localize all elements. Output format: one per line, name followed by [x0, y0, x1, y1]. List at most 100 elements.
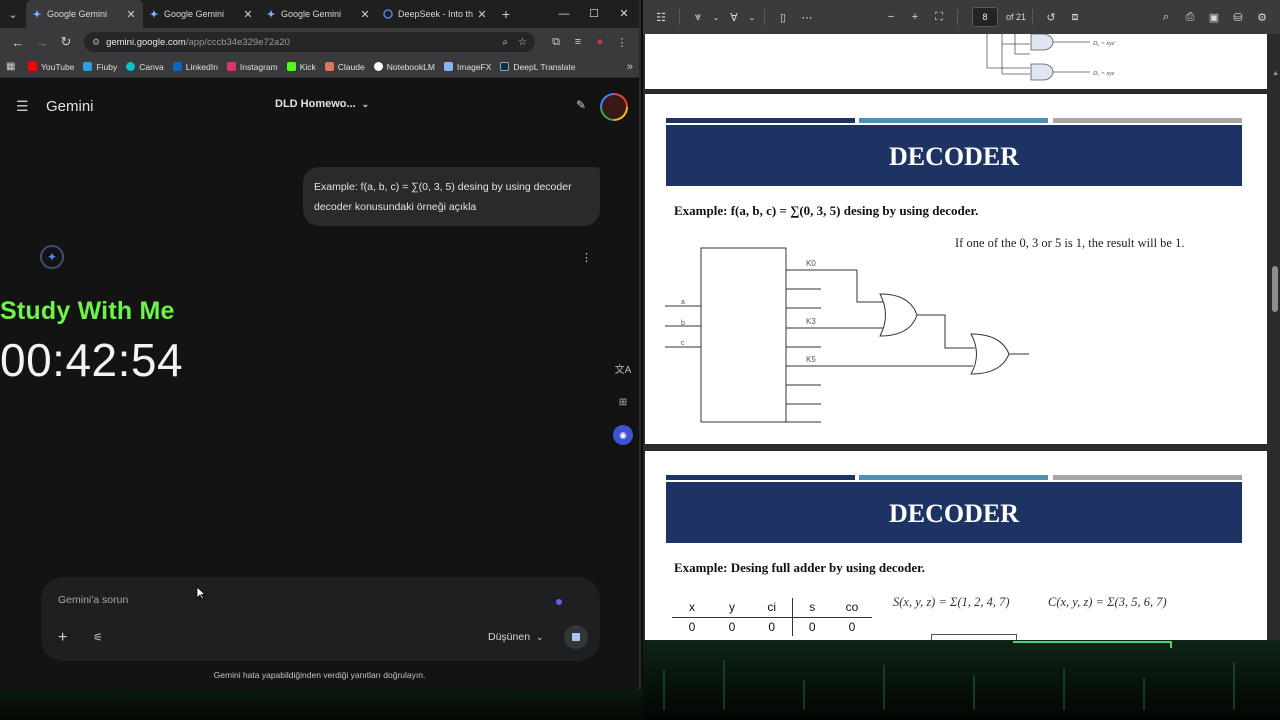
disclaimer: Gemini hata yapabildiğinden verdiği yanı… — [213, 670, 426, 680]
new-chat-icon[interactable]: ✎ — [576, 98, 586, 112]
bookmark-star-icon[interactable]: ☆ — [518, 37, 527, 48]
tab-close-icon[interactable]: ✕ — [476, 8, 488, 21]
table-row: 0 0 0 0 0 — [672, 617, 872, 636]
chevron-down-icon: ⌄ — [361, 99, 370, 109]
maximize-icon[interactable]: ☐ — [579, 0, 609, 28]
mode-selector[interactable]: Düşünen ⌄ — [488, 631, 544, 643]
prompt-input[interactable]: Gemini'a sorun — [58, 594, 128, 606]
bookmark-instagram[interactable]: Instagram — [226, 62, 278, 72]
stop-icon — [572, 633, 580, 641]
window-controls: — ☐ ✕ — [549, 0, 639, 28]
zoom-in-icon[interactable]: + — [903, 11, 927, 23]
side-extension-icons: 文A ⊞ ◉ — [613, 361, 633, 457]
bookmark-canva[interactable]: Canva — [126, 62, 164, 72]
grid-tools-icon[interactable]: ⊞ — [613, 393, 633, 413]
reload-icon[interactable]: ↻ — [54, 34, 78, 50]
bookmark-linkedin[interactable]: LinkedIn — [172, 62, 218, 72]
tab-title: Google Gemini — [281, 9, 342, 19]
chevron-down-icon: ⌄ — [536, 632, 544, 642]
example-heading: Example: Desing full adder by using deco… — [674, 560, 926, 575]
bookmark-claude[interactable]: Claude — [324, 62, 365, 72]
search-icon[interactable]: ⌕ — [1154, 11, 1178, 24]
url-host: gemini.google.com — [106, 36, 186, 48]
more-bookmarks-icon[interactable]: » — [627, 61, 633, 73]
column-header: co — [832, 598, 872, 618]
back-icon[interactable]: ← — [6, 35, 30, 50]
page-view-icon[interactable]: ⧈ — [1063, 11, 1087, 24]
output-label: K3 — [806, 317, 816, 326]
apps-grid-icon[interactable]: ▦ — [6, 61, 28, 72]
profile-icon[interactable]: ● — [589, 36, 611, 49]
tools-icon[interactable]: ⚟ — [93, 631, 103, 644]
tab-close-icon[interactable]: ✕ — [125, 8, 137, 21]
main-menu-icon[interactable]: ☰ — [16, 98, 40, 115]
translate-icon[interactable]: 文A — [613, 361, 633, 381]
chevron-down-icon[interactable]: ⌄ — [746, 13, 758, 22]
youtube-icon — [28, 62, 37, 71]
study-timer: 00:42:54 — [0, 334, 184, 386]
tab-deepseek[interactable]: DeepSeek - Into th ✕ — [377, 0, 494, 28]
bookmark-notebooklm[interactable]: NotebookLM — [373, 62, 435, 72]
user-message: Example: f(a, b, c) = ∑(0, 3, 5) desing … — [303, 167, 600, 226]
user-message-line: Example: f(a, b, c) = ∑(0, 3, 5) desing … — [314, 181, 572, 193]
site-info-icon[interactable]: ⚙ — [92, 37, 100, 48]
bookmark-kick[interactable]: Kick — [286, 62, 316, 72]
new-tab-icon[interactable]: + — [494, 6, 518, 22]
address-bar[interactable]: ⚙ gemini.google.com /app/cccb34e329e72a2… — [84, 32, 535, 52]
canva-icon — [126, 62, 136, 71]
forward-icon[interactable]: → — [30, 35, 54, 50]
avatar[interactable] — [600, 93, 628, 121]
tab-gemini-2[interactable]: Google Gemini ✕ — [143, 0, 260, 28]
bookmark-youtube[interactable]: YouTube — [28, 62, 74, 72]
pdf-page-fragment: D₆ = xyz' D₇ = xyz — [645, 34, 1267, 89]
tab-search-icon[interactable]: ⌄ — [0, 8, 26, 21]
scroll-up-icon[interactable]: ▲ — [1272, 70, 1279, 77]
table-cell: 0 — [768, 619, 776, 634]
print-icon[interactable]: ⎙ — [1178, 11, 1202, 24]
sum-formula: S(x, y, z) = Σ(1, 2, 4, 7) — [893, 595, 1010, 609]
tab-close-icon[interactable]: ✕ — [359, 8, 371, 21]
fiuby-icon — [83, 62, 93, 71]
bookmark-deepl[interactable]: DeepL Translate — [500, 62, 575, 72]
assistant-bot-icon[interactable]: ◉ — [613, 425, 633, 445]
more-tools-icon[interactable]: ⋯ — [795, 11, 819, 24]
gemini-logo[interactable]: Gemini — [46, 98, 94, 115]
more-options-icon[interactable]: ⋮ — [581, 251, 592, 264]
page-number-input[interactable]: 8 — [972, 7, 998, 27]
decoder-output-label: D₇ = xyz — [1092, 71, 1115, 77]
save-as-icon[interactable]: ⛁ — [1226, 11, 1250, 24]
media-control-icon[interactable]: ≡ — [567, 36, 589, 49]
tab-gemini-1[interactable]: Google Gemini ✕ — [26, 0, 143, 28]
reading-view-icon[interactable]: ▯ — [771, 11, 795, 24]
kick-icon — [286, 62, 296, 71]
highlight-icon[interactable]: ⩔ — [686, 11, 710, 24]
draw-icon[interactable]: ∀ — [722, 11, 746, 24]
contents-icon[interactable]: ☷ — [649, 11, 673, 24]
zoom-out-icon[interactable]: − — [879, 11, 903, 23]
prompt-box[interactable]: Gemini'a sorun + ⚟ Düşünen ⌄ — [41, 577, 600, 661]
decorative-glow — [663, 641, 1235, 710]
voice-indicator-icon — [556, 599, 562, 605]
settings-icon[interactable]: ⚙ — [1250, 11, 1274, 24]
bookmark-fiuby[interactable]: Fiuby — [83, 62, 117, 72]
zoom-icon[interactable]: ⌕ — [502, 37, 508, 48]
bookmark-imagefx[interactable]: ImageFX — [443, 62, 491, 72]
column-header: x — [672, 598, 712, 618]
decoder-diagram-tail: D₆ = xyz' D₇ = xyz — [986, 34, 1116, 81]
add-attachment-icon[interactable]: + — [58, 629, 67, 647]
rotate-icon[interactable]: ↺ — [1039, 11, 1063, 24]
close-window-icon[interactable]: ✕ — [609, 0, 639, 28]
tab-gemini-3[interactable]: Google Gemini ✕ — [260, 0, 377, 28]
extensions-icon[interactable]: ⧉ — [545, 36, 567, 49]
chrome-menu-icon[interactable]: ⋮ — [611, 36, 633, 49]
tab-close-icon[interactable]: ✕ — [242, 8, 254, 21]
table-header-row: x y ci s co — [672, 598, 872, 618]
minimize-icon[interactable]: — — [549, 0, 579, 28]
pdf-scrollbar[interactable]: ▲ ▼ — [1270, 34, 1280, 669]
fit-page-icon[interactable]: ⛶ — [927, 11, 951, 24]
save-icon[interactable]: ▣ — [1202, 11, 1226, 24]
chevron-down-icon[interactable]: ⌄ — [710, 13, 722, 22]
scroll-thumb[interactable] — [1272, 266, 1278, 312]
stop-button[interactable] — [564, 625, 588, 649]
conversation-title[interactable]: DLD Homewo... ⌄ — [275, 98, 369, 110]
